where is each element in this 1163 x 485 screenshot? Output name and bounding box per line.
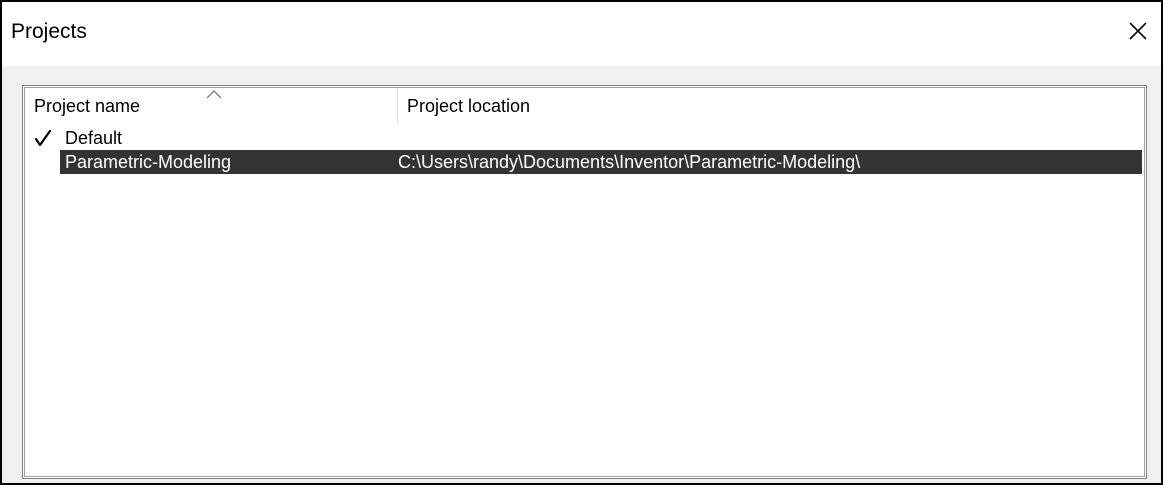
dialog-body: Project name Project location Default Pa…: [2, 66, 1161, 483]
list-item-parametric-modeling[interactable]: Parametric-Modeling C:\Users\randy\Docum…: [60, 150, 1142, 174]
window-title: Projects: [11, 20, 87, 43]
checkmark-icon: [34, 129, 52, 147]
close-button[interactable]: [1121, 14, 1155, 48]
close-icon: [1129, 22, 1147, 40]
list-item-default[interactable]: Default: [25, 126, 1142, 150]
project-name-cell: Default: [65, 128, 123, 148]
projects-dialog: Projects Project name Project location D…: [0, 0, 1163, 485]
column-header-label: Project location: [407, 96, 531, 116]
column-header-project-name[interactable]: Project name: [25, 88, 398, 124]
projects-list[interactable]: Project name Project location Default Pa…: [22, 85, 1147, 479]
column-header-label: Project name: [34, 96, 141, 116]
projects-list-inner: Project name Project location Default Pa…: [24, 87, 1145, 477]
list-header: Project name Project location: [25, 88, 1144, 124]
project-location-cell: C:\Users\randy\Documents\Inventor\Parame…: [398, 152, 861, 172]
column-header-project-location[interactable]: Project location: [398, 88, 1098, 124]
sort-ascending-icon: [206, 90, 222, 99]
project-name-cell: Parametric-Modeling: [65, 152, 232, 172]
title-bar: Projects: [2, 2, 1161, 66]
